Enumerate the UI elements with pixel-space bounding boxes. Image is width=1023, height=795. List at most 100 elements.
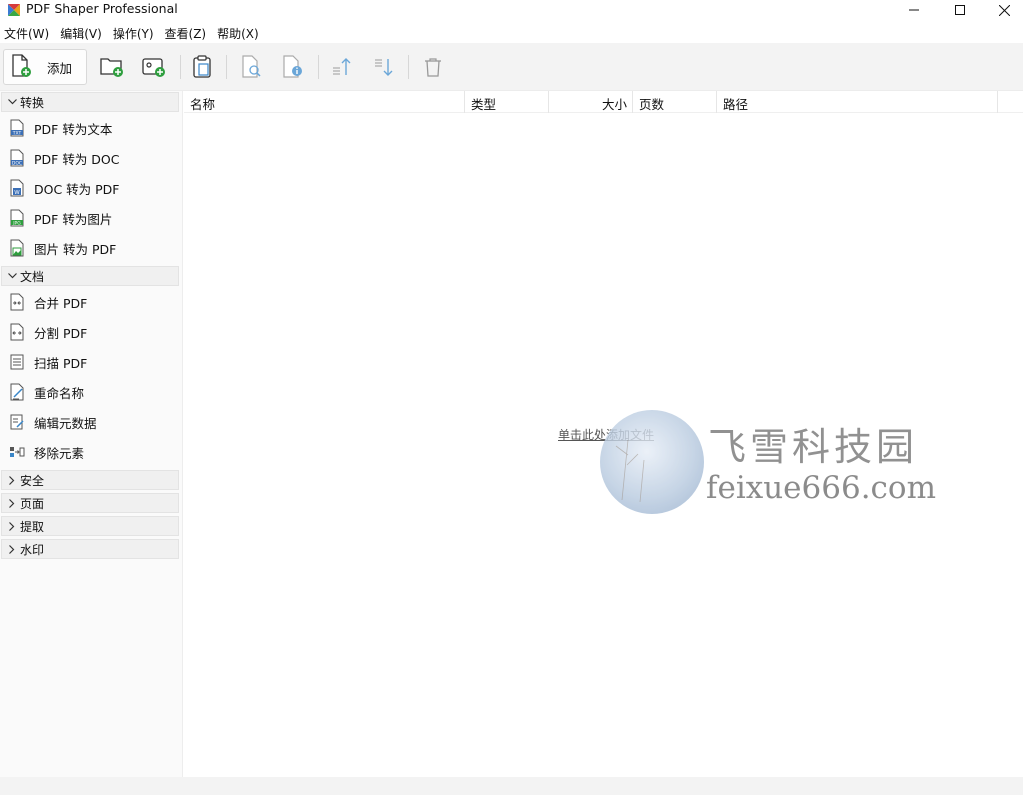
category-label: 安全 bbox=[20, 473, 45, 488]
chevron-down-icon bbox=[5, 273, 19, 279]
category-label: 页面 bbox=[20, 496, 45, 511]
sidebar-item-rename[interactable]: 重命名称 bbox=[0, 378, 180, 406]
add-folder-icon bbox=[100, 58, 123, 77]
toolbar-separator bbox=[318, 55, 319, 79]
document-search-icon bbox=[242, 55, 261, 78]
file-list-header: 名称 类型 大小 页数 路径 bbox=[184, 91, 1023, 113]
chevron-right-icon bbox=[5, 521, 19, 531]
paste-button[interactable] bbox=[188, 49, 216, 85]
category-label: 转换 bbox=[20, 95, 45, 110]
move-up-button[interactable] bbox=[328, 49, 356, 85]
category-document[interactable]: 文档 bbox=[1, 266, 179, 286]
column-header-size[interactable]: 大小 bbox=[549, 91, 633, 113]
move-down-button[interactable] bbox=[370, 49, 398, 85]
merge-icon bbox=[8, 293, 26, 311]
split-icon bbox=[8, 323, 26, 341]
sidebar-item-label: 合并 PDF bbox=[34, 295, 88, 311]
category-pages[interactable]: 页面 bbox=[1, 493, 179, 513]
add-folder-button[interactable] bbox=[98, 49, 126, 85]
move-up-icon bbox=[333, 58, 351, 75]
watermark-domain-text: feixue666.com bbox=[706, 470, 936, 506]
close-icon bbox=[998, 4, 1010, 16]
column-header-type[interactable]: 类型 bbox=[465, 91, 549, 113]
sidebar-item-label: DOC 转为 PDF bbox=[34, 181, 120, 197]
sidebar-item-pdf-to-doc[interactable]: DOC PDF 转为 DOC bbox=[0, 144, 180, 172]
column-header-pages[interactable]: 页数 bbox=[633, 91, 717, 113]
toolbar: 添加 bbox=[0, 43, 1023, 91]
sidebar-item-label: 分割 PDF bbox=[34, 325, 88, 341]
sidebar-item-merge-pdf[interactable]: 合并 PDF bbox=[0, 288, 180, 316]
move-down-icon bbox=[375, 59, 393, 76]
txt-file-icon: TXT bbox=[8, 119, 26, 137]
column-header-name[interactable]: 名称 bbox=[184, 91, 465, 113]
menu-bar: 文件(W) 编辑(V) 操作(Y) 查看(Z) 帮助(X) bbox=[0, 22, 1023, 42]
sidebar-item-label: PDF 转为图片 bbox=[34, 211, 113, 227]
properties-button[interactable] bbox=[279, 49, 307, 85]
toolbar-separator bbox=[226, 55, 227, 79]
category-security[interactable]: 安全 bbox=[1, 470, 179, 490]
category-watermark[interactable]: 水印 bbox=[1, 539, 179, 559]
category-label: 提取 bbox=[20, 519, 45, 534]
sidebar-item-label: PDF 转为文本 bbox=[34, 121, 113, 137]
delete-button[interactable] bbox=[419, 49, 447, 85]
sidebar-item-label: 扫描 PDF bbox=[34, 355, 88, 371]
app-logo-icon bbox=[6, 2, 22, 18]
watermark-chinese-text: 飞雪科技园 bbox=[708, 425, 919, 469]
status-bar bbox=[0, 777, 1023, 795]
document-info-icon bbox=[283, 55, 302, 78]
menu-view[interactable]: 查看(Z) bbox=[161, 22, 214, 42]
sidebar-item-scan-pdf[interactable]: 扫描 PDF bbox=[0, 348, 180, 376]
preview-button[interactable] bbox=[238, 49, 266, 85]
rename-icon bbox=[8, 383, 26, 401]
minimize-button[interactable] bbox=[891, 0, 937, 20]
word-file-icon: W bbox=[8, 179, 26, 197]
watermark-seal bbox=[600, 410, 704, 514]
remove-elements-icon bbox=[8, 443, 26, 461]
title-bar: PDF Shaper Professional bbox=[0, 0, 1023, 20]
sidebar-item-label: 图片 转为 PDF bbox=[34, 241, 117, 257]
add-file-label: 添加 bbox=[47, 60, 73, 76]
category-label: 文档 bbox=[20, 269, 45, 284]
sidebar-item-label: 编辑元数据 bbox=[34, 415, 97, 431]
category-convert[interactable]: 转换 bbox=[1, 92, 179, 112]
sidebar-item-pdf-to-text[interactable]: TXT PDF 转为文本 bbox=[0, 114, 180, 142]
menu-edit[interactable]: 编辑(V) bbox=[56, 22, 109, 42]
chevron-right-icon bbox=[5, 544, 19, 554]
doc-file-icon: DOC bbox=[8, 149, 26, 167]
window-title: PDF Shaper Professional bbox=[26, 1, 178, 16]
close-button[interactable] bbox=[981, 0, 1023, 20]
sidebar-item-label: 重命名称 bbox=[34, 385, 85, 401]
add-file-button[interactable]: 添加 bbox=[3, 49, 87, 85]
sidebar-item-label: 移除元素 bbox=[34, 445, 85, 461]
sidebar-item-pdf-to-image[interactable]: JPG PDF 转为图片 bbox=[0, 204, 180, 232]
toolbar-separator bbox=[408, 55, 409, 79]
sidebar-item-image-to-pdf[interactable]: 图片 转为 PDF bbox=[0, 234, 180, 262]
add-scanned-button[interactable] bbox=[140, 49, 168, 85]
sidebar-item-split-pdf[interactable]: 分割 PDF bbox=[0, 318, 180, 346]
clipboard-icon bbox=[193, 55, 211, 78]
column-header-path[interactable]: 路径 bbox=[717, 91, 998, 113]
sidebar-item-doc-to-pdf[interactable]: W DOC 转为 PDF bbox=[0, 174, 180, 202]
maximize-icon bbox=[955, 5, 965, 15]
category-extract[interactable]: 提取 bbox=[1, 516, 179, 536]
chevron-down-icon bbox=[5, 99, 19, 105]
menu-file[interactable]: 文件(W) bbox=[0, 22, 56, 42]
task-sidebar: 转换 TXT PDF 转为文本 DOC PDF 转为 DOC W DOC 转为 … bbox=[0, 91, 183, 777]
menu-help[interactable]: 帮助(X) bbox=[213, 22, 266, 42]
maximize-button[interactable] bbox=[937, 0, 983, 20]
chevron-right-icon bbox=[5, 475, 19, 485]
sidebar-item-label: PDF 转为 DOC bbox=[34, 151, 120, 167]
toolbar-separator bbox=[180, 55, 181, 79]
add-file-icon bbox=[11, 53, 33, 81]
minimize-icon bbox=[909, 9, 919, 11]
scanner-icon bbox=[8, 353, 26, 371]
image-file-icon bbox=[8, 239, 26, 257]
menu-operation[interactable]: 操作(Y) bbox=[109, 22, 161, 42]
sidebar-item-edit-metadata[interactable]: 编辑元数据 bbox=[0, 408, 180, 436]
trash-icon bbox=[425, 58, 441, 77]
svg-text:TXT: TXT bbox=[12, 130, 22, 136]
add-image-icon bbox=[142, 58, 165, 77]
jpg-file-icon: JPG bbox=[8, 209, 26, 227]
svg-text:DOC: DOC bbox=[12, 160, 22, 166]
sidebar-item-remove-elements[interactable]: 移除元素 bbox=[0, 438, 180, 466]
